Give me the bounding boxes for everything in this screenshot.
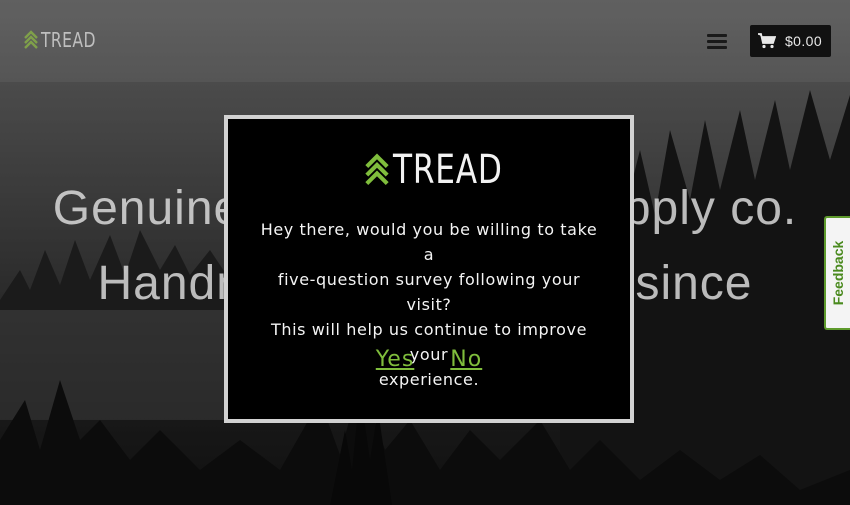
no-button[interactable]: No bbox=[450, 347, 482, 372]
modal-logo-text: TREAD bbox=[393, 147, 503, 193]
logo-text: TREAD bbox=[41, 28, 96, 52]
feedback-label: Feedback bbox=[830, 240, 846, 306]
cart-button[interactable]: $0.00 bbox=[750, 25, 831, 57]
message-line: Hey there, would you be willing to take … bbox=[260, 220, 598, 264]
cart-total: $0.00 bbox=[785, 33, 823, 49]
modal-logo: TREAD bbox=[228, 147, 630, 193]
brand-logo[interactable]: TREAD bbox=[24, 28, 111, 52]
chevrons-logo-icon bbox=[365, 153, 389, 186]
yes-button[interactable]: Yes bbox=[376, 347, 415, 372]
message-line: five-question survey following your visi… bbox=[277, 270, 581, 314]
modal-actions: Yes No bbox=[228, 347, 630, 372]
site-header: TREAD $0.00 bbox=[0, 0, 850, 82]
survey-modal: TREAD Hey there, would you be willing to… bbox=[224, 115, 634, 423]
feedback-tab[interactable]: Feedback bbox=[824, 216, 850, 330]
chevrons-logo-icon bbox=[24, 30, 38, 49]
hamburger-icon[interactable] bbox=[707, 34, 727, 50]
shopping-cart-icon bbox=[758, 33, 776, 49]
